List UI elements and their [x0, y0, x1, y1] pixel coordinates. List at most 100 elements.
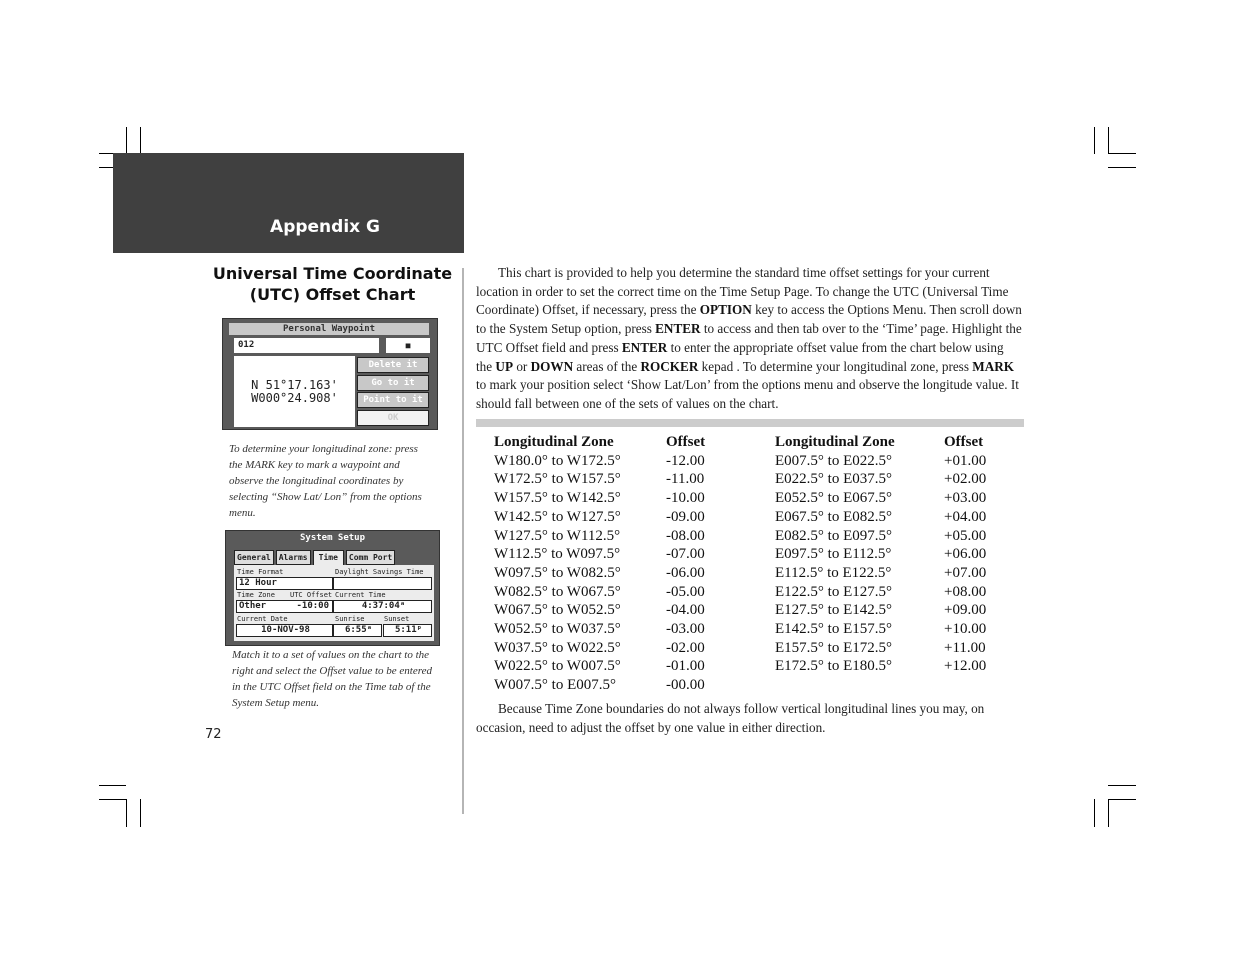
- utc-offset-value: -10:00: [296, 601, 329, 611]
- crop-mark: [1108, 785, 1136, 786]
- offset-cell: +12.00: [944, 658, 987, 675]
- zone-cell: W180.0° to W172.5°: [494, 452, 621, 469]
- zone-cell: E127.5° to E142.5°: [775, 602, 892, 619]
- table-row: W097.5° to W082.5° -06.00: [494, 564, 746, 583]
- zone-cell: W142.5° to W127.5°: [494, 508, 621, 525]
- current-time-label: Current Time: [335, 591, 386, 599]
- zone-cell: E082.5° to E097.5°: [775, 527, 892, 544]
- crop-mark: [140, 799, 141, 827]
- zone-cell: E157.5° to E172.5°: [775, 639, 892, 656]
- crop-mark: [1094, 799, 1095, 827]
- waypoint-coordinates: N 51°17.163' W000°24.908': [234, 356, 355, 427]
- table-row: E157.5° to E172.5° +11.00: [775, 639, 1024, 658]
- waypoint-name-field: 012: [234, 338, 379, 353]
- system-setup-caption: Match it to a set of values on the chart…: [232, 649, 432, 709]
- offset-cell: -03.00: [666, 621, 705, 638]
- offset-cell: -06.00: [666, 564, 705, 581]
- tab-general: General: [234, 550, 274, 565]
- page-number: 72: [205, 727, 222, 742]
- time-zone-utc-offset-field: Other -10:00: [236, 600, 333, 613]
- time-format-label: Time Format: [237, 568, 284, 576]
- sunrise-field: 6:55ᵃ: [333, 624, 382, 637]
- zone-cell: W022.5° to W007.5°: [494, 658, 621, 675]
- zone-cell: W097.5° to W082.5°: [494, 564, 621, 581]
- time-format-field: 12 Hour: [236, 577, 333, 590]
- crop-mark: [1108, 153, 1136, 154]
- crop-mark: [140, 127, 141, 154]
- offset-cell: +03.00: [944, 490, 987, 507]
- table-row: W172.5° to W157.5° -11.00: [494, 470, 746, 489]
- header-band: Appendix G: [113, 153, 464, 253]
- crop-mark: [1108, 799, 1136, 800]
- go-to-it-button: Go to it: [357, 375, 429, 391]
- offset-cell: -00.00: [666, 677, 705, 694]
- waypoint-caption: To determine your longitudinal zone: pre…: [229, 443, 422, 519]
- offset-cell: +04.00: [944, 508, 987, 525]
- offset-cell: +07.00: [944, 564, 987, 581]
- offset-cell: +02.00: [944, 471, 987, 488]
- section-title-line1: Universal Time Coordinate: [212, 264, 453, 283]
- table-row: E122.5° to E127.5° +08.00: [775, 583, 1024, 602]
- utc-offset-table-east: Longitudinal Zone Offset E007.5° to E022…: [775, 433, 1024, 676]
- dst-field: [333, 577, 432, 590]
- point-to-it-button: Point to it: [357, 392, 429, 408]
- table-row: E172.5° to E180.5° +12.00: [775, 657, 1024, 676]
- crop-mark: [1108, 799, 1109, 827]
- personal-waypoint-screenshot: Personal Waypoint 012 ■ N 51°17.163' W00…: [222, 318, 438, 430]
- zone-cell: W082.5° to W067.5°: [494, 583, 621, 600]
- waypoint-symbol-icon: ■: [386, 338, 430, 353]
- intro-text: or: [513, 358, 531, 374]
- time-tab-panel: Time Format Daylight Savings Time 12 Hou…: [234, 565, 434, 641]
- offset-cell: +11.00: [944, 639, 986, 656]
- table-row: W142.5° to W127.5° -09.00: [494, 508, 746, 527]
- offset-cell: -08.00: [666, 527, 705, 544]
- dst-label: Daylight Savings Time: [335, 568, 424, 576]
- table-row: E082.5° to E097.5° +05.00: [775, 527, 1024, 546]
- offset-cell: +06.00: [944, 546, 987, 563]
- zone-cell: W112.5° to W097.5°: [494, 546, 621, 563]
- table-header-row: Longitudinal Zone Offset: [494, 433, 746, 452]
- offset-cell: +01.00: [944, 452, 987, 469]
- zone-cell: E022.5° to E037.5°: [775, 471, 892, 488]
- crop-mark: [99, 785, 126, 786]
- system-setup-title: System Setup: [299, 533, 366, 543]
- zone-cell: E097.5° to E112.5°: [775, 546, 892, 563]
- crop-mark: [1108, 167, 1136, 168]
- time-zone-value: Other: [239, 601, 267, 611]
- current-date-label: Current Date: [237, 615, 288, 623]
- offset-cell: -10.00: [666, 490, 705, 507]
- zone-cell: E052.5° to E067.5°: [775, 490, 892, 507]
- waypoint-screen-title: Personal Waypoint: [229, 323, 429, 335]
- key-down: DOWN: [530, 358, 574, 374]
- column-divider: [462, 268, 464, 814]
- current-date-field: 10-NOV-98: [236, 624, 333, 637]
- zone-cell: E112.5° to E122.5°: [775, 564, 892, 581]
- utc-offset-table-west: Longitudinal Zone Offset W180.0° to W172…: [494, 433, 746, 695]
- system-setup-tabs: General Alarms Time Comm Port: [234, 550, 396, 566]
- table-header-row: Longitudinal Zone Offset: [775, 433, 1024, 452]
- tab-alarms: Alarms: [275, 550, 311, 565]
- offset-cell: -05.00: [666, 583, 705, 600]
- table-row: W180.0° to W172.5° -12.00: [494, 452, 746, 471]
- crop-mark: [126, 799, 127, 827]
- zone-cell: E172.5° to E180.5°: [775, 658, 892, 675]
- offset-cell: -12.00: [666, 452, 705, 469]
- zone-cell: E122.5° to E127.5°: [775, 583, 892, 600]
- crop-mark: [1094, 127, 1095, 154]
- offset-cell: +05.00: [944, 527, 987, 544]
- delete-it-button: Delete it: [357, 357, 429, 373]
- zone-cell: W007.5° to E007.5°: [494, 677, 616, 694]
- table-row: W112.5° to W097.5° -07.00: [494, 545, 746, 564]
- crop-mark: [99, 799, 127, 800]
- table-row: W067.5° to W052.5° -04.00: [494, 601, 746, 620]
- waypoint-latitude: N 51°17.163': [251, 377, 338, 392]
- waypoint-longitude: W000°24.908': [251, 390, 338, 405]
- table-row: W052.5° to W037.5° -03.00: [494, 620, 746, 639]
- table-row: E052.5° to E067.5° +03.00: [775, 489, 1024, 508]
- intro-text: areas of the: [573, 358, 641, 374]
- intro-text: to mark your position select ‘Show Lat/L…: [476, 377, 1019, 411]
- header-longitudinal-zone: Longitudinal Zone: [494, 434, 614, 450]
- offset-cell: -01.00: [666, 658, 705, 675]
- offset-cell: +09.00: [944, 602, 987, 619]
- zone-cell: W172.5° to W157.5°: [494, 471, 621, 488]
